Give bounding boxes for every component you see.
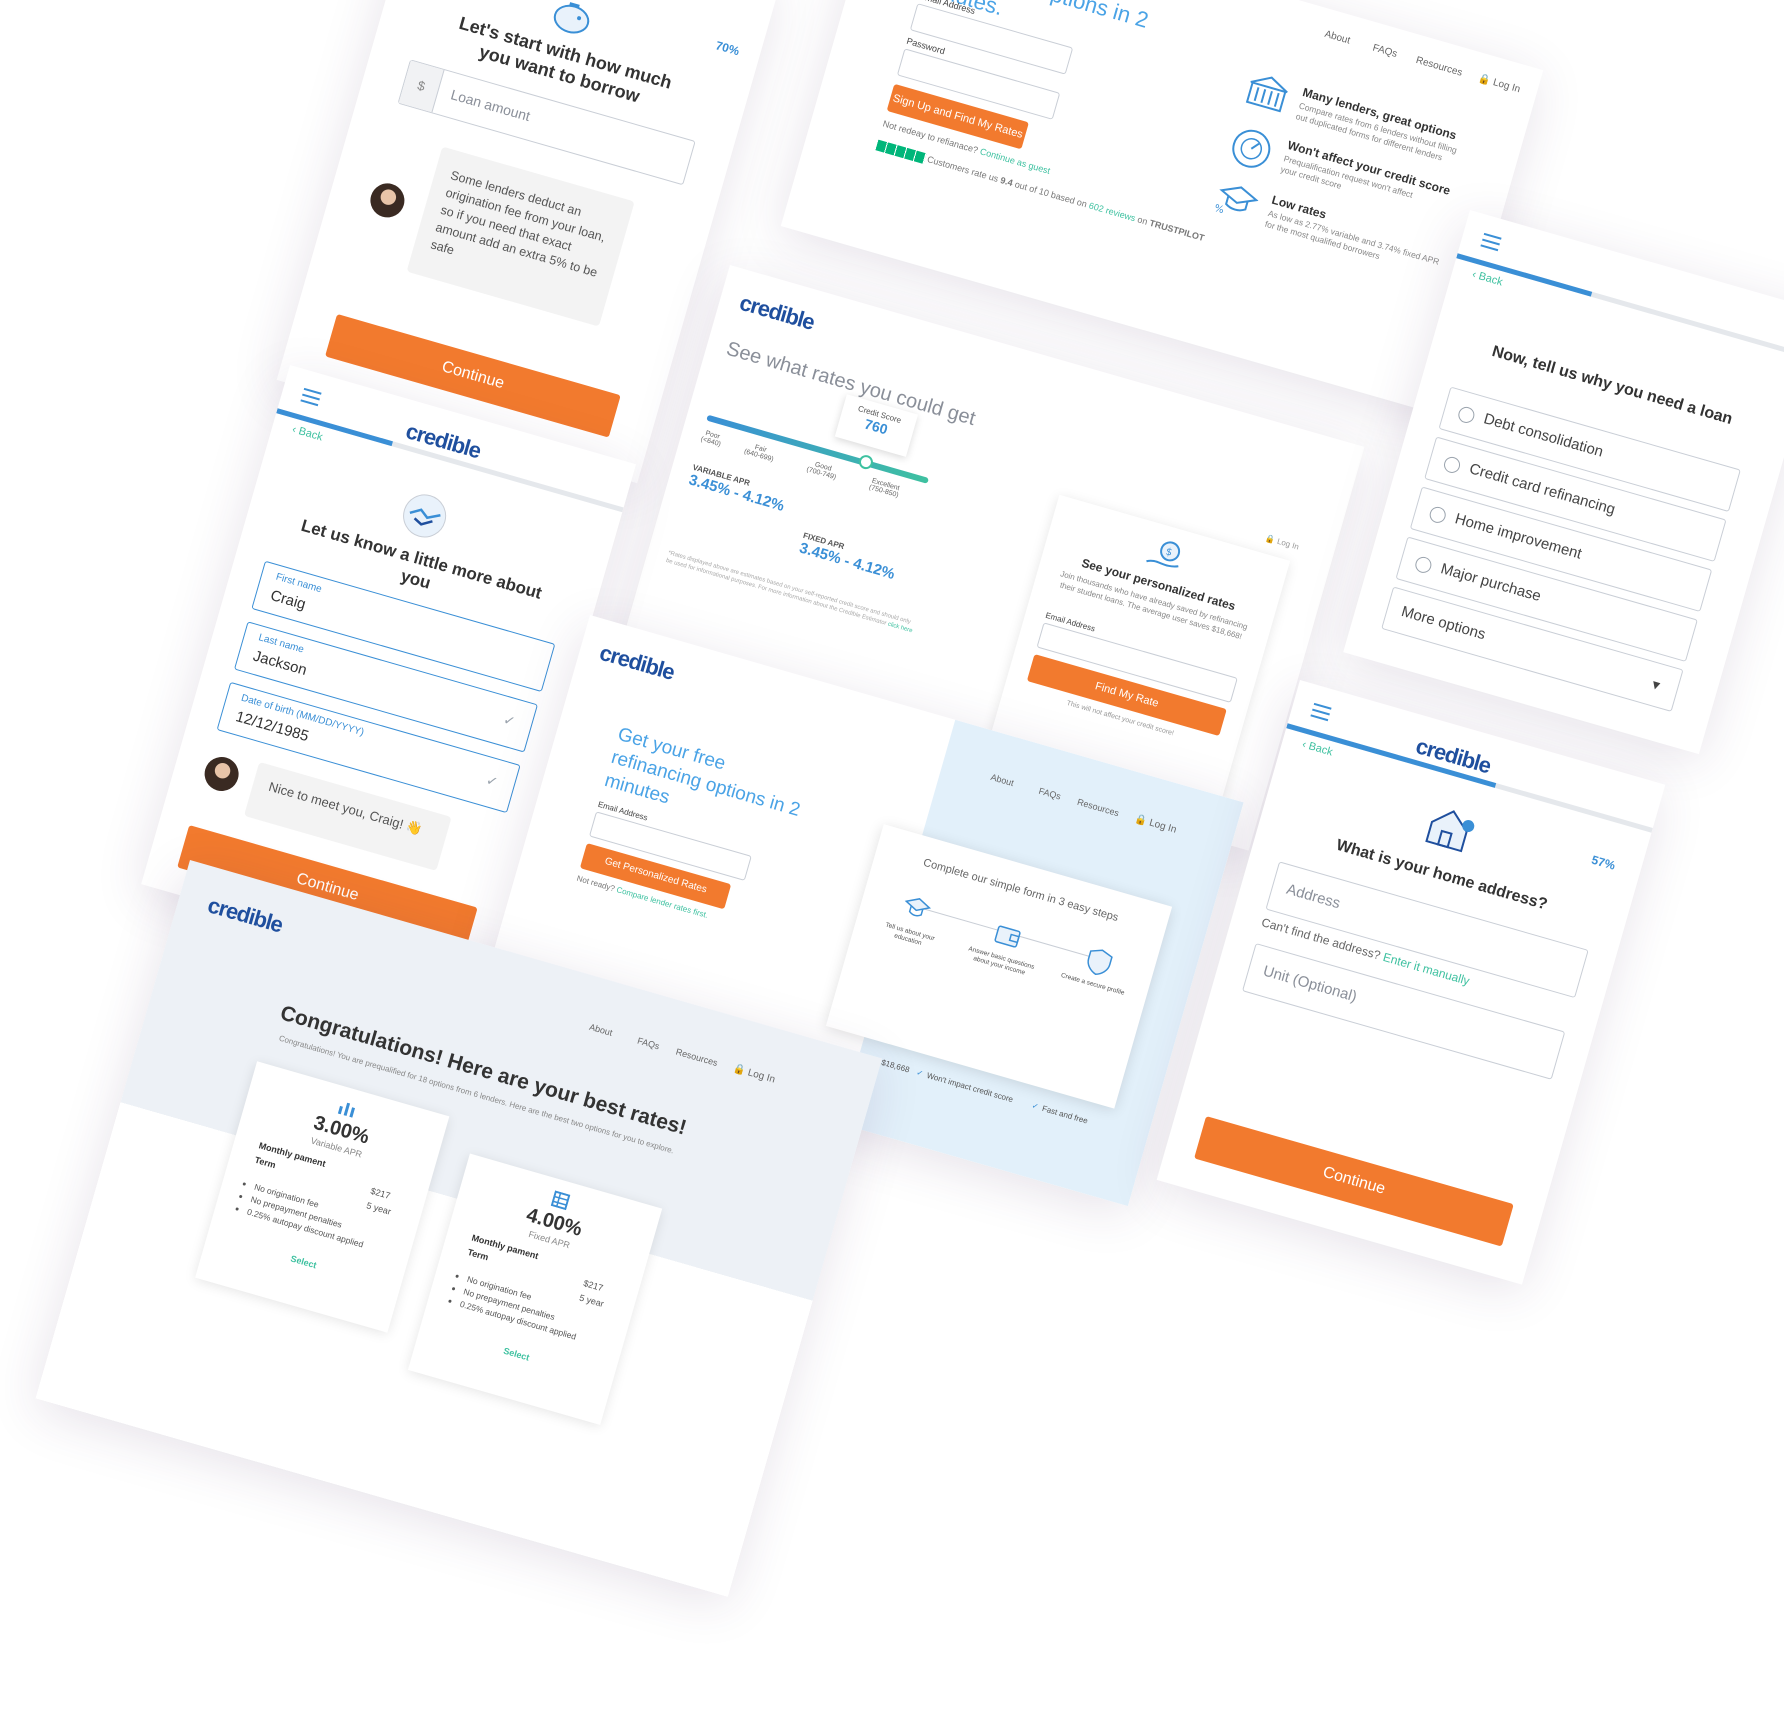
score-band-good: Good (700-749) bbox=[806, 459, 839, 481]
credible-logo: credible bbox=[596, 639, 678, 685]
credible-logo: credible bbox=[736, 289, 818, 335]
select-button[interactable]: Select bbox=[206, 1230, 401, 1295]
nav-faqs[interactable]: FAQs bbox=[636, 1036, 660, 1052]
check-icon: ✓ bbox=[1030, 1100, 1040, 1112]
currency-prefix: $ bbox=[398, 60, 445, 113]
more-options-label: More options bbox=[1399, 603, 1488, 644]
offer-card-variable[interactable]: 3.00% Variable APR Monthly pament $217 T… bbox=[195, 1061, 450, 1333]
login-link[interactable]: 🔒 Log In bbox=[1264, 533, 1300, 551]
radio-circle bbox=[1442, 455, 1462, 475]
back-link[interactable]: ‹ Back bbox=[291, 423, 324, 443]
trustpilot-rating: Customers rate us 9.4 out of 10 based on… bbox=[875, 139, 1206, 244]
back-label: Back bbox=[1307, 740, 1335, 759]
score-band-excellent: Excellent (750-850) bbox=[868, 477, 901, 500]
menu-icon[interactable] bbox=[1480, 232, 1502, 252]
option-label: Major purchase bbox=[1438, 560, 1543, 606]
origination-tip-text: Some lenders deduct an origination fee f… bbox=[429, 168, 607, 280]
house-icon bbox=[1418, 799, 1482, 862]
check-icon: ✓ bbox=[501, 710, 518, 730]
variable-apr: VARIABLE APR 3.45% - 4.12% bbox=[687, 463, 789, 515]
nav-about[interactable]: About bbox=[1323, 29, 1351, 47]
back-label: Back bbox=[297, 425, 325, 444]
radio-circle bbox=[1413, 555, 1434, 575]
step-profile: Create a secure profile bbox=[1058, 938, 1137, 999]
term-label: Term bbox=[253, 1154, 277, 1171]
login-label: Log In bbox=[1491, 77, 1522, 96]
chevron-down-icon: ▾ bbox=[1650, 675, 1662, 695]
address-placeholder: Address bbox=[1284, 880, 1343, 913]
select-button[interactable]: Select bbox=[419, 1322, 614, 1387]
menu-icon[interactable] bbox=[1310, 702, 1332, 722]
star-rating-icon bbox=[875, 139, 927, 165]
handshake-icon bbox=[395, 488, 453, 550]
login-label: Log In bbox=[746, 1067, 777, 1086]
unit-placeholder: Unit (Optional) bbox=[1261, 962, 1359, 1006]
radio-circle bbox=[1456, 405, 1477, 425]
nav-login[interactable]: 🔒 Log In bbox=[1477, 73, 1521, 95]
radio-circle bbox=[1427, 505, 1448, 525]
back-label: Back bbox=[1477, 270, 1505, 289]
bank-icon bbox=[1241, 70, 1293, 121]
step-income: Answer basic questions about your income bbox=[964, 912, 1045, 980]
payment-value: $217 bbox=[369, 1185, 392, 1201]
check-icon: ✓ bbox=[484, 771, 500, 791]
nav-resources[interactable]: Resources bbox=[675, 1047, 719, 1068]
term-label: Term bbox=[466, 1246, 490, 1263]
lock-icon: 🔒 bbox=[1477, 72, 1493, 87]
fixed-apr: FIXED APR 3.45% - 4.12% bbox=[797, 531, 899, 583]
rating-mid: out of 10 based on bbox=[1013, 179, 1089, 210]
continue-button[interactable]: Continue bbox=[1194, 1116, 1514, 1247]
first-name-value: Craig bbox=[268, 586, 308, 614]
rating-value: 9.4 bbox=[999, 175, 1014, 189]
gauge-icon bbox=[1224, 123, 1277, 180]
feature-lenders: Many lenders, great options Compare rate… bbox=[1245, 70, 1483, 163]
graduation-icon: % bbox=[1210, 178, 1262, 229]
score-band-fair: Fair (640-699) bbox=[743, 442, 776, 463]
payment-value: $217 bbox=[582, 1278, 605, 1294]
back-link[interactable]: ‹ Back bbox=[1301, 738, 1334, 758]
progress-label: 57% bbox=[1589, 852, 1617, 873]
back-link[interactable]: ‹ Back bbox=[1471, 268, 1504, 288]
origination-tip: Some lenders deduct an origination fee f… bbox=[406, 146, 635, 327]
option-label: Debt consolidation bbox=[1481, 410, 1606, 461]
showcase-scene: 70% Let's start with how much you want t… bbox=[0, 0, 1784, 1716]
lock-icon: 🔒 bbox=[732, 1063, 748, 1078]
nav-faqs[interactable]: FAQs bbox=[1371, 43, 1398, 60]
check-icon: ✓ bbox=[915, 1067, 925, 1079]
nav-login[interactable]: 🔒 Log In bbox=[732, 1063, 776, 1085]
nav-resources[interactable]: Resources bbox=[1415, 55, 1464, 79]
credible-logo: credible bbox=[205, 892, 286, 938]
nav-about[interactable]: About bbox=[588, 1022, 613, 1038]
svg-text:%: % bbox=[1213, 203, 1225, 216]
step-education: Tell us about your education bbox=[873, 885, 954, 953]
trustpilot-label: TRUSTPILOT bbox=[1148, 217, 1206, 244]
feature-desc: As low as 2.77% variable and 3.74% fixed… bbox=[1263, 208, 1441, 267]
loan-amount-placeholder: Loan amount bbox=[449, 86, 533, 125]
score-band-poor: Poor (<640) bbox=[700, 429, 724, 448]
progress-label: 70% bbox=[714, 38, 742, 59]
reviews-link[interactable]: 602 reviews bbox=[1088, 200, 1137, 223]
login-label: Log In bbox=[1276, 536, 1300, 552]
reviews-on: on bbox=[1136, 214, 1149, 227]
advisor-avatar bbox=[366, 179, 409, 222]
offer-card-fixed[interactable]: 4.00% Fixed APR Monthly pament $217 Term… bbox=[407, 1153, 663, 1425]
advisor-avatar bbox=[200, 752, 243, 796]
menu-icon[interactable] bbox=[300, 387, 322, 407]
